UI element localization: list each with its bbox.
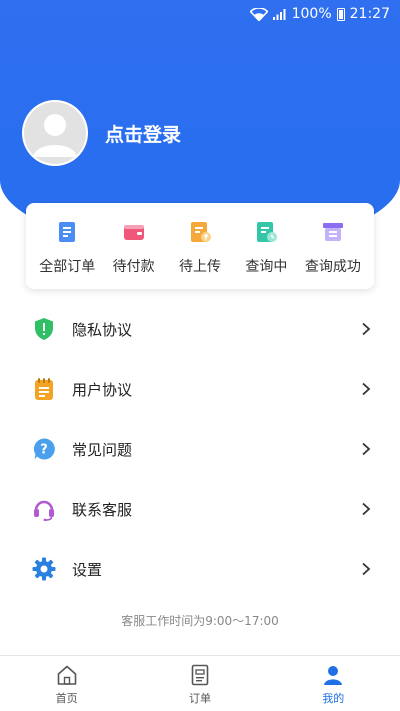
signal-icon <box>272 8 287 20</box>
avatar[interactable] <box>22 100 88 166</box>
shield-icon <box>31 316 57 342</box>
querying-doc-icon <box>257 222 278 242</box>
menu-item-settings[interactable]: 设置 <box>0 539 400 599</box>
tab-label: 我的 <box>322 692 345 705</box>
bottom-tab-bar: 首页 订单 我的 <box>0 655 400 711</box>
gear-icon <box>31 556 57 582</box>
notebook-icon <box>31 376 57 402</box>
tab-label: 首页 <box>55 692 78 705</box>
login-link[interactable]: 点击登录 <box>105 120 181 147</box>
all-orders-icon <box>59 222 76 242</box>
order-item-pending-payment[interactable]: 待付款 <box>100 203 166 289</box>
question-icon: ? <box>31 436 57 462</box>
tab-label: 订单 <box>188 692 211 705</box>
home-icon <box>57 665 76 685</box>
tab-orders[interactable]: 订单 <box>133 656 266 711</box>
menu-item-faq[interactable]: ? 常见问题 <box>0 419 400 479</box>
wallet-icon <box>123 225 144 240</box>
order-status-card: 全部订单 待付款 待上传 查询中 查询成功 <box>26 203 374 289</box>
order-item-label: 全部订单 <box>39 259 96 275</box>
battery-icon <box>336 7 345 21</box>
settings-menu: 隐私协议 用户协议 ? 常见问题 联系客服 设置 <box>0 299 400 599</box>
menu-item-label: 用户协议 <box>72 380 133 399</box>
battery-percent: 100% <box>291 6 332 22</box>
order-item-query-success[interactable]: 查询成功 <box>300 203 366 289</box>
success-box-icon <box>322 223 343 241</box>
chevron-right-icon <box>362 502 371 516</box>
svg-text:?: ? <box>40 443 48 458</box>
status-bar: 100% 21:27 <box>0 0 400 28</box>
chevron-right-icon <box>362 442 371 456</box>
user-icon <box>324 666 343 685</box>
menu-item-label: 隐私协议 <box>72 320 133 339</box>
chevron-right-icon <box>362 322 371 336</box>
chevron-right-icon <box>362 382 371 396</box>
order-item-querying[interactable]: 查询中 <box>233 203 299 289</box>
tab-mine[interactable]: 我的 <box>267 656 400 711</box>
default-avatar-icon <box>24 102 86 164</box>
menu-item-label: 设置 <box>72 560 103 579</box>
upload-doc-icon <box>191 222 212 242</box>
order-item-label: 待上传 <box>179 259 222 275</box>
menu-item-label: 联系客服 <box>72 500 133 519</box>
tab-home[interactable]: 首页 <box>0 656 133 711</box>
service-hours-text: 客服工作时间为9:00～17:00 <box>121 614 279 628</box>
order-item-all[interactable]: 全部订单 <box>34 203 100 289</box>
wifi-icon <box>249 7 268 21</box>
menu-item-user-agreement[interactable]: 用户协议 <box>0 359 400 419</box>
chevron-right-icon <box>362 562 371 576</box>
menu-item-label: 常见问题 <box>72 440 133 459</box>
order-item-label: 待付款 <box>112 259 155 275</box>
headset-icon <box>31 496 57 522</box>
order-list-icon <box>191 664 209 686</box>
order-item-label: 查询成功 <box>304 259 361 275</box>
order-item-pending-upload[interactable]: 待上传 <box>167 203 233 289</box>
menu-item-privacy-policy[interactable]: 隐私协议 <box>0 299 400 359</box>
menu-item-customer-service[interactable]: 联系客服 <box>0 479 400 539</box>
clock-time: 21:27 <box>349 6 390 22</box>
order-item-label: 查询中 <box>245 259 288 275</box>
